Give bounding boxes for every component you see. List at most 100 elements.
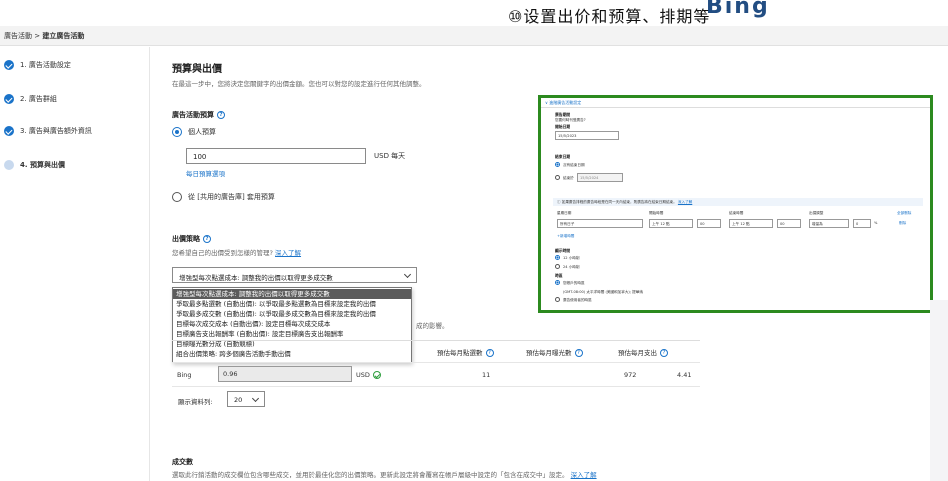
schedule-end-min-value: 00 <box>780 222 785 226</box>
schedule-col-start: 開始時間 <box>649 211 664 215</box>
radio-selected-icon[interactable] <box>555 162 560 167</box>
schedule-info: ⓘ 如果廣告排程的廣告時段是在同一天內結束，則廣告將在結束日期結束。 深入了解 <box>557 200 693 204</box>
dropdown-option-portfolio[interactable]: 組合出價策略: 跨多個廣告活動手動出價 <box>173 349 411 359</box>
col-header-spend: 預估每月支出? <box>618 347 668 357</box>
schedule-col-end: 結束時間 <box>729 211 744 215</box>
radio-unselected-icon[interactable] <box>172 192 182 202</box>
delete-row-link[interactable]: 刪除 <box>899 221 906 226</box>
timezone-account-label: 您帳戶的時區 <box>563 281 585 285</box>
bid-strategy-selected-value: 增強型每次點選成本: 調整我的出價以取得更多成交數 <box>179 274 333 282</box>
row-impressions: 972 <box>624 371 637 379</box>
timezone-value: (GMT-08:00) 太平洋時間 (美國和加拿大); 提華納 <box>563 290 643 294</box>
radio-selected-icon[interactable] <box>555 255 560 260</box>
bid-strategy-heading-text: 出價策略 <box>172 235 200 243</box>
brand-logo: Bing <box>706 0 770 19</box>
page-title: 預算與出價 <box>172 64 222 75</box>
col-header-spend-text: 預估每月支出 <box>618 349 657 357</box>
dropdown-option-enhanced-cpc[interactable]: 增強型每次點選成本: 調整我的出價以取得更多成交數 <box>173 289 411 299</box>
help-icon[interactable]: ? <box>217 111 225 119</box>
dropdown-option-target-cpa[interactable]: 目標每次成交成本 (自動出價): 設定目標每次成交成本 <box>173 319 411 329</box>
radio-selected-icon[interactable] <box>172 127 182 137</box>
row-spend: 4.41 <box>677 371 692 379</box>
delete-all-link[interactable]: 全部刪除 <box>897 211 911 216</box>
dropdown-option-target-roas[interactable]: 目標廣告支出報酬率 (自動出價): 設定目標廣告支出報酬率 <box>173 329 411 339</box>
step-budget-bid[interactable]: 4. 預算與出價 <box>4 160 65 170</box>
conversions-description: 選取此行銷活動的成交欄位包含哪些成交，並用於最佳化您的出價策略。更新此設定將會覆… <box>172 469 597 479</box>
time-display-label: 顯示時間 <box>555 248 571 253</box>
time-12h-label: 12 小時制 <box>563 256 580 260</box>
row-clicks: 11 <box>482 371 491 379</box>
table-divider <box>172 362 700 363</box>
budget-amount-input[interactable]: 100 <box>186 148 366 164</box>
step-label: 3. 廣告與廣告額外資訊 <box>20 127 92 135</box>
radio-unselected-icon[interactable] <box>555 264 560 269</box>
end-date-input[interactable]: 15/5/2024 <box>577 173 623 182</box>
help-icon[interactable]: ? <box>485 349 494 357</box>
top-banner <box>0 0 948 26</box>
breadcrumb-current: 建立廣告活動 <box>42 32 85 40</box>
row-network: Bing <box>177 371 192 379</box>
step-complete-icon <box>4 60 14 70</box>
help-icon[interactable]: ? <box>660 349 668 357</box>
step-label: 1. 廣告活動設定 <box>20 61 71 69</box>
page-description: 在最這一步中，您將決定您關鍵字的出價金額。您也可以對您的設定進行任何其他調整。 <box>172 80 426 88</box>
dropdown-option-max-clicks[interactable]: 爭取最多點選數 (自動出價): 以爭取最多點選數為目標來設定我的出價 <box>173 299 411 309</box>
percent-sign: % <box>874 221 878 225</box>
advanced-settings-header[interactable]: ∨ 進階廣告活動設定 <box>545 100 581 106</box>
dropdown-option-max-conversions[interactable]: 爭取最多成交數 (自動出價): 以爭取最多成交數為目標來設定我的出價 <box>173 309 411 319</box>
schedule-bid-percent-input[interactable]: 0 <box>853 219 871 228</box>
radio-selected-icon[interactable] <box>555 280 560 285</box>
annotation-caption: ⑩设置出价和预算、排期等 <box>508 7 711 26</box>
step-ads-extensions[interactable]: 3. 廣告與廣告額外資訊 <box>4 126 92 136</box>
start-date-label: 開始日期 <box>555 124 571 129</box>
schedule-learn-more-link[interactable]: 深入了解 <box>678 200 692 204</box>
schedule-start-hour-value: 上午 12 點 <box>652 222 670 226</box>
breadcrumb-bar <box>0 26 948 46</box>
table-divider <box>172 340 700 341</box>
impact-text: 成的影響。 <box>416 322 449 330</box>
bid-amount-input[interactable]: 0.96 <box>218 366 352 382</box>
start-date-value: 15/5/2023 <box>558 134 577 138</box>
budget-option-individual[interactable]: 個人預算 <box>172 127 216 137</box>
bid-currency: USD <box>356 371 381 379</box>
bid-strategy-select[interactable]: 增強型每次點選成本: 調整我的出價以取得更多成交數 <box>172 267 417 283</box>
schedule-bid-direction-select[interactable]: 增量為 <box>809 219 849 228</box>
daily-budget-options-link[interactable]: 每日預算選項 <box>186 168 225 178</box>
add-schedule-link[interactable]: +新增時間 <box>557 234 574 239</box>
breadcrumb-parent-link[interactable]: 廣告活動 > <box>4 32 40 40</box>
rows-per-page-value: 20 <box>234 396 243 404</box>
schedule-end-min-select[interactable]: 00 <box>777 219 801 228</box>
bid-strategy-heading: 出價策略? <box>172 234 211 244</box>
learn-more-link[interactable]: 深入了解 <box>571 471 597 479</box>
budget-unit: USD 每天 <box>374 152 406 160</box>
end-on-label: 結束於 <box>563 176 574 180</box>
conversions-heading: 成交數 <box>172 458 193 466</box>
step-complete-icon <box>4 126 14 136</box>
schedule-start-min-select[interactable]: 00 <box>697 219 721 228</box>
schedule-day-select[interactable]: 所有日子 <box>557 219 643 228</box>
rows-per-page-select[interactable]: 20 <box>227 391 265 407</box>
schedule-start-hour-select[interactable]: 上午 12 點 <box>649 219 693 228</box>
budget-option-individual-label: 個人預算 <box>188 128 216 136</box>
col-header-impressions-text: 預估每月曝光數 <box>526 349 572 357</box>
learn-more-link[interactable]: 深入了解 <box>275 249 301 257</box>
chevron-down-icon <box>403 270 412 279</box>
step-ad-group[interactable]: 2. 廣告群組 <box>4 94 57 104</box>
help-icon[interactable]: ? <box>203 235 211 243</box>
col-header-impressions: 預估每月曝光數? <box>526 347 583 357</box>
bid-strategy-question: 您希望自己的出價受到怎樣的管理? 深入了解 <box>172 247 301 257</box>
timezone-user-label: 廣告使用者的時區 <box>563 298 592 302</box>
start-date-input[interactable]: 15/5/2023 <box>555 131 619 140</box>
budget-option-shared[interactable]: 從 [共用的廣告庫] 套用預算 <box>172 192 275 202</box>
bid-strategy-dropdown: 增強型每次點選成本: 調整我的出價以取得更多成交數 爭取最多點選數 (自動出價)… <box>172 287 412 363</box>
radio-unselected-icon[interactable] <box>555 297 560 302</box>
step-label: 4. 預算與出價 <box>20 161 65 169</box>
schedule-end-hour-select[interactable]: 上午 12 點 <box>729 219 773 228</box>
help-icon[interactable]: ? <box>574 349 583 357</box>
step-campaign-settings[interactable]: 1. 廣告活動設定 <box>4 60 71 70</box>
schedule-bid-percent-value: 0 <box>856 222 859 226</box>
radio-unselected-icon[interactable] <box>555 175 560 180</box>
schedule-end-hour-value: 上午 12 點 <box>732 222 750 226</box>
end-date-label: 結束日期 <box>555 154 571 159</box>
bid-strategy-question-text: 您希望自己的出價受到怎樣的管理? <box>172 249 273 257</box>
